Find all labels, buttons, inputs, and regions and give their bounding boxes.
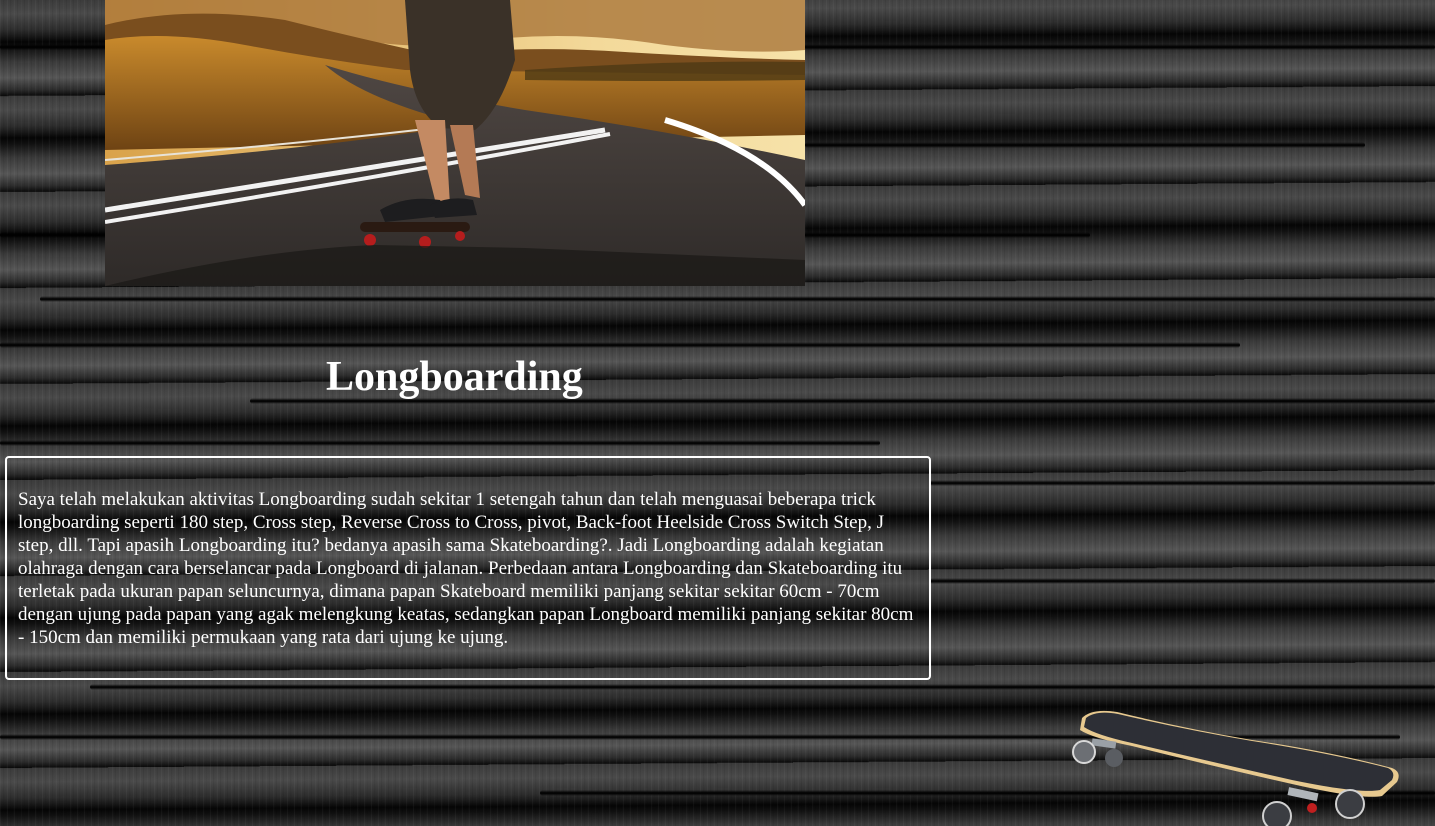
wood-plank-gap [930, 480, 1435, 486]
page-body: { "hero": { "icon": "longboarder-road-ph… [0, 0, 1435, 826]
wood-plank-gap [0, 342, 1240, 348]
page-title: Longboarding [326, 354, 583, 400]
wood-plank-gap [805, 142, 1365, 148]
longboarder-road-photo [105, 0, 805, 286]
article-body: Saya telah melakukan aktivitas Longboard… [18, 489, 914, 648]
longboard-deck-icon [1062, 700, 1407, 826]
hero-longboarder-photo [105, 0, 805, 286]
wood-plank-gap [90, 684, 1435, 690]
longboard-deck-icon-graphic [1072, 710, 1399, 826]
article-box: Saya telah melakukan aktivitas Longboard… [5, 456, 931, 680]
wood-plank-gap [0, 440, 880, 446]
wood-plank-gap [40, 296, 1435, 302]
wood-plank-gap [930, 578, 1435, 584]
